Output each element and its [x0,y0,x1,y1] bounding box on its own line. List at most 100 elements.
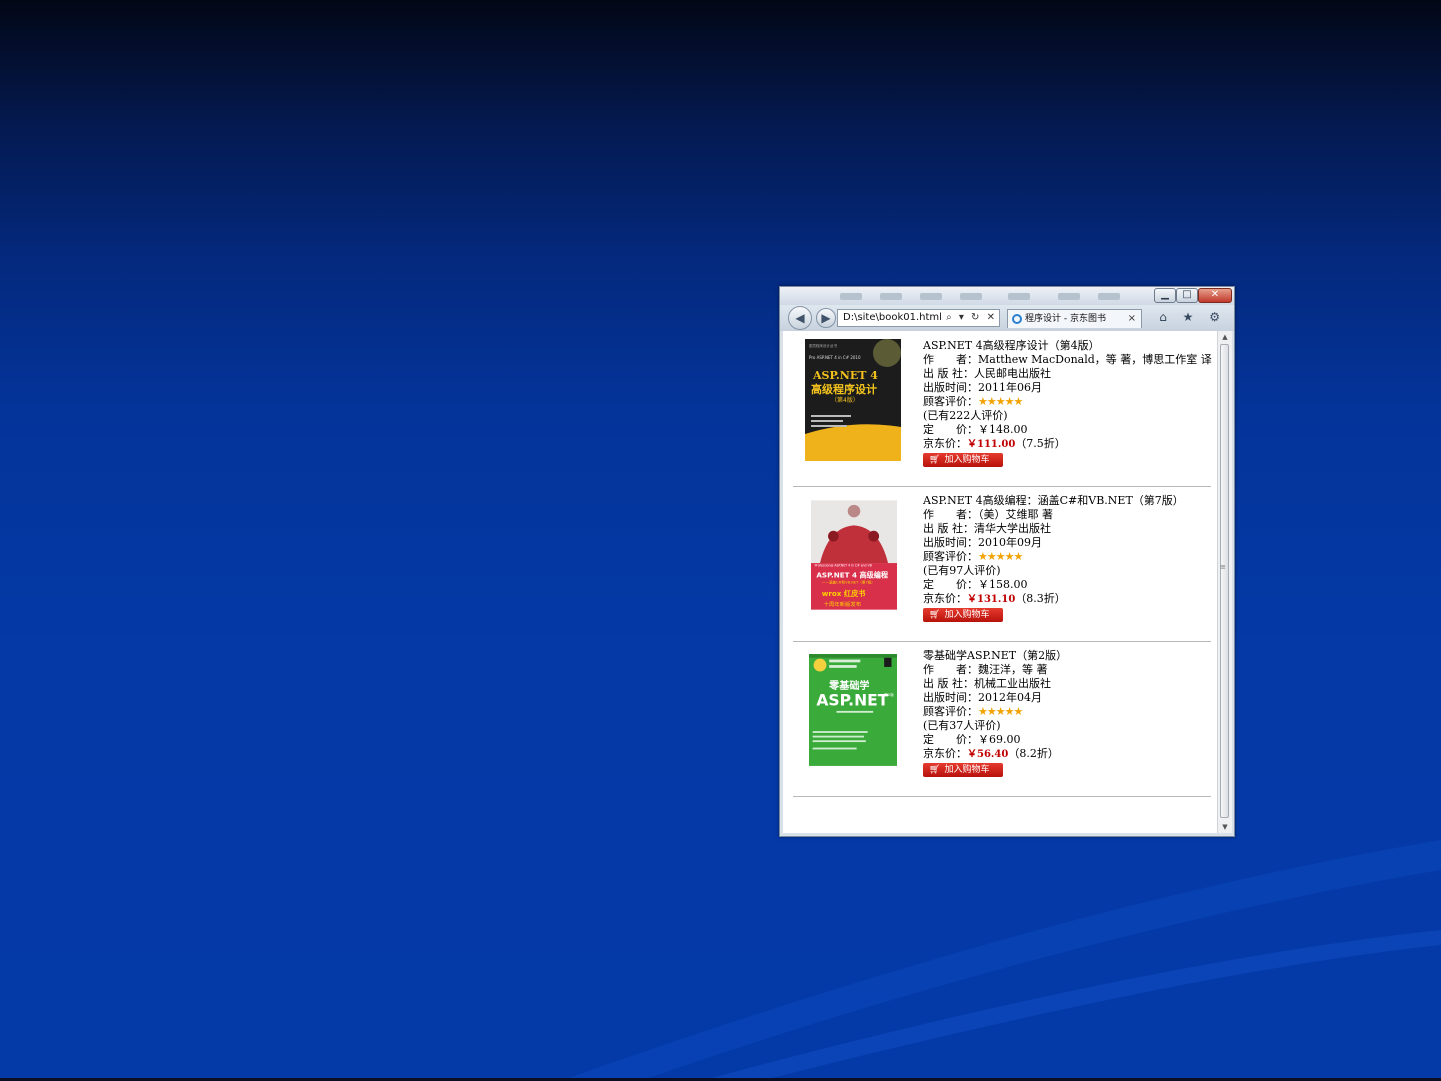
book-pub-date: 2010年09月 [978,536,1042,549]
page-viewport: 图灵程序设计丛书 Pro ASP.NET 4 in C# 2010 ASP.NE… [783,331,1217,833]
cover-edition: 第2版 [884,692,894,697]
scroll-up-arrow-icon[interactable]: ▲ [1218,331,1232,343]
rating-stars-icon: ★★★★★ [978,550,1023,563]
menu-placeholder [1058,293,1080,300]
book-author: Matthew MacDonald，等 著，博思工作室 译 [978,353,1212,366]
book-info: ASP.NET 4高级程序设计（第4版） 作 者：Matthew MacDona… [923,339,1212,467]
cart-icon: 🛒︎ [929,765,941,775]
scroll-down-arrow-icon[interactable]: ▼ [1218,821,1232,833]
label-publisher: 出 版 社： [923,677,974,690]
rating-stars-icon: ★★★★★ [978,705,1023,718]
label-rating: 顾客评价： [923,395,978,408]
add-to-cart-button[interactable]: 🛒︎ 加入购物车 [923,763,1003,777]
maximize-button[interactable]: □ [1176,288,1198,303]
cover-title2: ASP.NET [816,691,888,709]
address-text: D:\site\book01.html [843,312,942,323]
list-price: ￥148.00 [978,423,1028,436]
label-list-price: 定 价： [923,423,978,436]
add-to-cart-label: 加入购物车 [944,455,990,465]
label-list-price: 定 价： [923,578,978,591]
book-item: 图灵程序设计丛书 Pro ASP.NET 4 in C# 2010 ASP.NE… [793,331,1212,487]
address-bar[interactable]: D:\site\book01.html ⌕ ▾ ↻ ✕ [837,309,1000,327]
cover-line1: Pro ASP.NET 4 in C# 2010 [809,355,861,360]
discount: （8.3折） [1015,592,1066,605]
book-publisher: 人民邮电出版社 [974,367,1051,380]
cover-edition: （第4版） [831,396,859,404]
book-pub-date: 2012年04月 [978,691,1042,704]
label-pub-date: 出版时间： [923,381,978,394]
list-price: ￥158.00 [978,578,1028,591]
review-count: (已有97人评价) [923,564,1001,577]
cover-subtitle: ——涵盖C#和VB.NET（第7版） [822,580,875,585]
book-author: （美）艾维耶 著 [978,508,1053,521]
tab-title: 程序设计 - 京东图书 [1025,314,1106,324]
label-author: 作 者： [923,663,978,676]
tab-close-icon[interactable]: × [1128,310,1136,328]
cover-series: 图灵程序设计丛书 [809,343,837,348]
label-rating: 顾客评价： [923,550,978,563]
address-bar-icons[interactable]: ⌕ ▾ ↻ ✕ [946,310,997,326]
review-count: (已有222人评价) [923,409,1008,422]
label-rating: 顾客评价： [923,705,978,718]
add-to-cart-button[interactable]: 🛒︎ 加入购物车 [923,608,1003,622]
cover-title2: 高级程序设计 [811,382,877,396]
menu-placeholder [920,293,942,300]
book-pub-date: 2011年06月 [978,381,1042,394]
label-publisher: 出 版 社： [923,522,974,535]
cover-brand: wrox 红皮书 [822,589,866,598]
label-jd-price: 京东价： [923,592,967,605]
menu-placeholder [1008,293,1030,300]
menu-placeholder [1098,293,1120,300]
book-item: Professional ASP.NET 4 in C# and VB ASP.… [793,486,1211,642]
add-to-cart-button[interactable]: 🛒︎ 加入购物车 [923,453,1003,467]
book-cover-2[interactable]: Professional ASP.NET 4 in C# and VB ASP.… [811,494,897,616]
menu-placeholder [880,293,902,300]
book-title[interactable]: 零基础学ASP.NET（第2版） [923,649,1067,663]
cart-icon: 🛒︎ [929,455,941,465]
cover-slogan: 十周年新版发布 [824,600,862,608]
toolbar-icons[interactable]: ⌂ ★ ⚙ [1159,310,1226,324]
forward-button[interactable]: ▶ [816,308,836,328]
scroll-grip-icon: ≡ [1220,563,1226,571]
jd-price: ￥131.10 [967,594,1016,605]
navigation-bar: ◀ ▶ D:\site\book01.html ⌕ ▾ ↻ ✕ 程序设计 - 京… [780,305,1234,331]
label-publisher: 出 版 社： [923,367,974,380]
book-info: ASP.NET 4高级编程：涵盖C#和VB.NET（第7版） 作 者：（美）艾维… [923,494,1184,622]
ie-logo-icon [1012,314,1022,324]
close-button[interactable]: ✕ [1198,288,1232,303]
label-pub-date: 出版时间： [923,536,978,549]
minimize-button[interactable]: ▁ [1154,288,1176,303]
discount: （7.5折） [1015,437,1066,450]
list-price: ￥69.00 [978,733,1021,746]
cart-icon: 🛒︎ [929,610,941,620]
menu-placeholder [840,293,862,300]
cover-title: 零基础学 [828,679,869,692]
book-publisher: 清华大学出版社 [974,522,1051,535]
review-count: (已有37人评价) [923,719,1001,732]
menu-placeholder [960,293,982,300]
scrollbar-thumb[interactable] [1220,344,1229,818]
label-list-price: 定 价： [923,733,978,746]
label-jd-price: 京东价： [923,747,967,760]
jd-price: ￥111.00 [967,439,1016,450]
label-jd-price: 京东价： [923,437,967,450]
title-bar: ▁ □ ✕ [780,287,1234,305]
book-title[interactable]: ASP.NET 4高级程序设计（第4版） [923,339,1212,353]
label-author: 作 者： [923,508,978,521]
vertical-scrollbar[interactable]: ▲ ≡ ▼ [1217,331,1232,833]
book-info: 零基础学ASP.NET（第2版） 作 者：魏汪洋，等 著 出 版 社：机械工业出… [923,649,1067,777]
back-button[interactable]: ◀ [788,306,812,330]
book-title[interactable]: ASP.NET 4高级编程：涵盖C#和VB.NET（第7版） [923,494,1184,508]
discount: （8.2折） [1008,747,1059,760]
jd-price: ￥56.40 [967,749,1009,760]
label-pub-date: 出版时间： [923,691,978,704]
label-author: 作 者： [923,353,978,366]
cover-title: ASP.NET 4 [812,369,878,382]
add-to-cart-label: 加入购物车 [944,765,990,775]
book-author: 魏汪洋，等 著 [978,663,1048,676]
book-cover-1[interactable]: 图灵程序设计丛书 Pro ASP.NET 4 in C# 2010 ASP.NE… [805,339,901,461]
book-item: 零基础学 ASP.NET 第2版 零基础学ASP.NET（第2版） 作 者：魏汪… [793,641,1211,797]
tab-active[interactable]: 程序设计 - 京东图书 × [1007,309,1142,328]
book-publisher: 机械工业出版社 [974,677,1051,690]
book-cover-3[interactable]: 零基础学 ASP.NET 第2版 [809,649,897,771]
